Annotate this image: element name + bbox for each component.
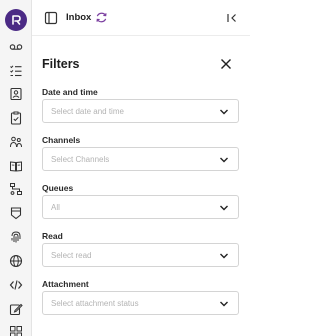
read-label: Read [42, 231, 63, 241]
attachment-label: Attachment [42, 279, 89, 289]
filters-title: Filters [42, 57, 80, 71]
clipboard-icon[interactable] [8, 110, 24, 126]
attachment-placeholder: Select attachment status [51, 299, 139, 308]
channels-label: Channels [42, 135, 81, 145]
chevron-down-icon [220, 253, 228, 259]
database-icon[interactable] [8, 205, 24, 221]
app-logo[interactable] [5, 9, 27, 31]
workflow-icon[interactable] [8, 181, 24, 197]
chevron-down-icon [220, 301, 228, 307]
channels-placeholder: Select Channels [51, 155, 110, 164]
voicemail-icon[interactable] [8, 39, 24, 55]
chevron-down-icon [220, 157, 228, 163]
collapse-panel-icon[interactable] [226, 12, 238, 24]
chevron-down-icon [220, 109, 228, 115]
read-placeholder: Select read [51, 251, 92, 260]
queues-placeholder: All [51, 203, 60, 212]
logo-icon [12, 15, 21, 25]
list-checks-icon[interactable] [8, 63, 24, 79]
queues-label: Queues [42, 183, 74, 193]
date-time-select[interactable]: Select date and time [42, 99, 239, 123]
panel-toggle-icon[interactable] [44, 11, 58, 25]
channels-select[interactable]: Select Channels [42, 147, 239, 171]
contact-card-icon[interactable] [8, 86, 24, 102]
grid-icon[interactable] [8, 324, 24, 336]
fingerprint-icon[interactable] [8, 229, 24, 245]
attachment-select[interactable]: Select attachment status [42, 291, 239, 315]
sidebar-rail [0, 0, 32, 336]
close-icon[interactable] [219, 57, 233, 71]
globe-icon[interactable] [8, 253, 24, 269]
date-time-placeholder: Select date and time [51, 107, 124, 116]
page-title: Inbox [66, 12, 92, 23]
edit-icon[interactable] [8, 301, 24, 317]
inbox-header: Inbox [32, 0, 250, 36]
read-select[interactable]: Select read [42, 243, 239, 267]
code-icon[interactable] [8, 277, 24, 293]
queues-select[interactable]: All [42, 195, 239, 219]
date-time-label: Date and time [42, 87, 98, 97]
book-icon[interactable] [8, 158, 24, 174]
users-icon[interactable] [8, 134, 24, 150]
chevron-down-icon [220, 205, 228, 211]
refresh-icon[interactable] [95, 11, 108, 24]
